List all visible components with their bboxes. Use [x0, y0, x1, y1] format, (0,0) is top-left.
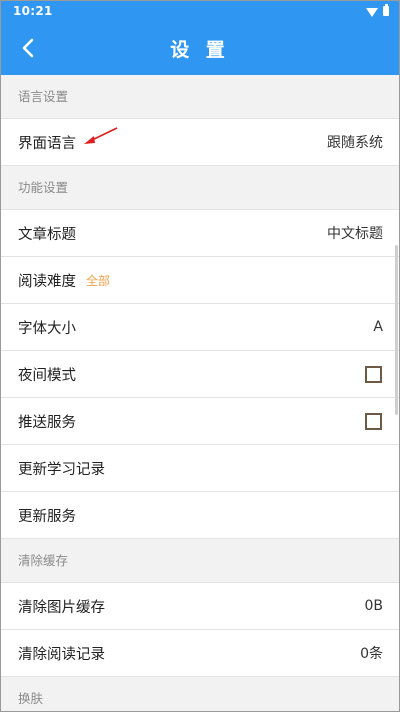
setting-clear-reading-history-label: 清除阅读记录: [18, 646, 105, 663]
setting-font-size[interactable]: 字体大小 A: [1, 304, 399, 351]
setting-push-service[interactable]: 推送服务: [1, 398, 399, 445]
setting-night-mode-label: 夜间模式: [18, 367, 76, 384]
night-mode-checkbox[interactable]: [365, 365, 382, 383]
wifi-icon: [366, 7, 378, 17]
setting-article-title-value: 中文标题: [327, 226, 383, 242]
nav-bar: 设 置: [1, 21, 399, 75]
section-function-settings: 功能设置: [1, 166, 399, 210]
section-skin: 换肤: [1, 677, 399, 711]
setting-reading-difficulty-group: 阅读难度 全部: [18, 270, 110, 291]
settings-screen: 10:21 设 置 语言设置 界面语言 跟随系统 功能设置 文章标题 中文标题: [0, 0, 400, 712]
setting-update-study-record-label: 更新学习记录: [18, 461, 105, 478]
page-title: 设 置: [170, 38, 230, 61]
setting-article-title-label: 文章标题: [18, 226, 76, 243]
setting-clear-image-cache-value: 0B: [364, 598, 383, 614]
scrollbar[interactable]: [395, 245, 398, 415]
status-bar: 10:21: [1, 1, 399, 21]
setting-clear-image-cache-label: 清除图片缓存: [18, 599, 105, 616]
section-clear-cache: 清除缓存: [1, 539, 399, 583]
setting-ui-language[interactable]: 界面语言 跟随系统: [1, 119, 399, 166]
annotation-arrow-icon: [84, 127, 118, 144]
reading-difficulty-tag: 全部: [86, 273, 111, 288]
setting-ui-language-label: 界面语言: [18, 135, 76, 152]
push-service-checkbox[interactable]: [365, 412, 382, 430]
setting-reading-difficulty[interactable]: 阅读难度 全部: [1, 257, 399, 304]
setting-font-size-value: A: [373, 319, 383, 335]
setting-ui-language-value: 跟随系统: [327, 135, 383, 151]
battery-icon: [383, 4, 389, 16]
setting-reading-difficulty-label: 阅读难度: [18, 273, 76, 290]
status-time: 10:21: [13, 4, 53, 18]
setting-clear-reading-history[interactable]: 清除阅读记录 0条: [1, 630, 399, 677]
status-icons: [366, 4, 389, 17]
section-language-settings: 语言设置: [1, 75, 399, 119]
setting-night-mode[interactable]: 夜间模式: [1, 351, 399, 398]
back-button[interactable]: [13, 33, 43, 63]
setting-clear-image-cache[interactable]: 清除图片缓存 0B: [1, 583, 399, 630]
setting-font-size-label: 字体大小: [18, 320, 76, 337]
setting-update-service[interactable]: 更新服务: [1, 492, 399, 539]
setting-update-service-label: 更新服务: [18, 508, 76, 525]
setting-clear-reading-history-value: 0条: [360, 646, 383, 662]
setting-article-title[interactable]: 文章标题 中文标题: [1, 210, 399, 257]
setting-push-service-label: 推送服务: [18, 414, 76, 431]
app-header: 10:21 设 置: [1, 1, 399, 75]
chevron-left-icon: [22, 38, 34, 58]
setting-update-study-record[interactable]: 更新学习记录: [1, 445, 399, 492]
